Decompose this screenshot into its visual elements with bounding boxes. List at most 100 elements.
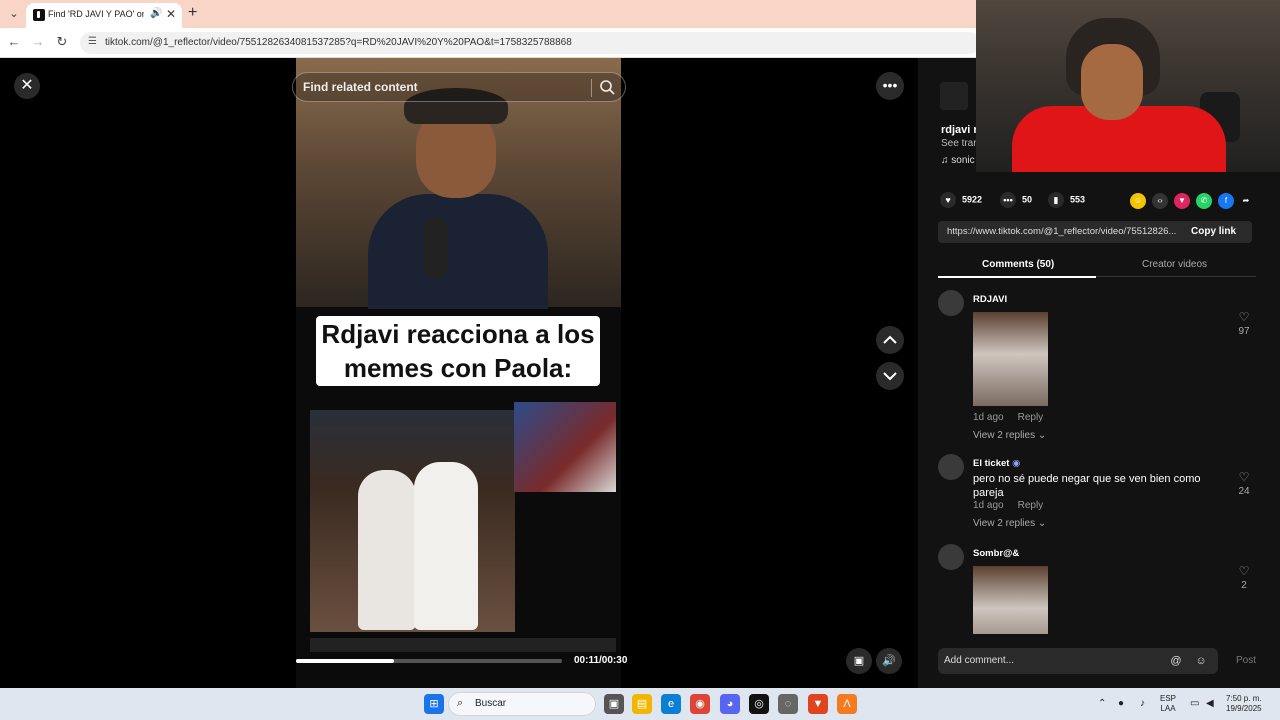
reply-button[interactable]: Reply [1018,412,1044,423]
comment-like[interactable]: ♡ 24 [1232,470,1256,497]
obs-icon[interactable]: ◎ [749,694,769,714]
comment-like-count: 97 [1238,326,1250,337]
caption-line-2: memes con Paola: [343,353,573,383]
discord-icon[interactable]: ◕ [720,694,740,714]
comment-username[interactable]: Sombr@& [973,548,1019,559]
share-icon[interactable]: ➦ [1238,193,1254,209]
site-info-icon[interactable]: ☰ [88,36,100,48]
meme-photo [310,410,515,632]
tab-search-icon[interactable]: ⌄ [6,6,22,22]
add-comment-placeholder: Add comment... [944,655,1015,666]
search-icon[interactable] [598,78,616,96]
new-tab-icon[interactable]: + [188,4,197,22]
comment-image[interactable] [973,566,1048,634]
comment-like[interactable]: ♡ 2 [1232,564,1256,591]
view-replies[interactable]: View 2 replies ⌄ [973,430,1046,441]
video-progress-bar[interactable] [296,659,562,663]
add-comment-input[interactable]: Add comment... @ ☺ [938,648,1218,674]
emoji-icon[interactable]: ☺ [1193,653,1209,669]
post-button[interactable]: Post [1236,655,1256,666]
comment-meta: 1d ago Reply [973,412,1043,423]
webcam-person-head [1081,44,1143,120]
close-video-button[interactable]: ✕ [14,73,40,99]
bookmark-icon: ▮ [1048,192,1064,208]
edge-icon[interactable]: e [661,694,681,714]
view-replies[interactable]: View 2 replies ⌄ [973,518,1046,529]
network-icon[interactable]: ▭ [1190,699,1199,709]
music-label[interactable]: ♫ sonic [941,155,975,166]
avatar[interactable] [938,290,964,316]
app-icon[interactable]: ◌ [778,694,798,714]
url-text: tiktok.com/@1_reflector/video/7551282634… [105,37,572,48]
whatsapp-icon[interactable]: ✆ [1196,193,1212,209]
tab-comments[interactable]: Comments (50) [982,259,1054,270]
back-icon[interactable]: ← [6,34,22,50]
volume-icon[interactable]: 🔊 [876,648,902,674]
comment-meta: 1d ago Reply [973,500,1043,511]
app-orange-icon[interactable]: Λ [837,694,857,714]
avatar[interactable] [938,454,964,480]
language-indicator[interactable]: ESP LAA [1160,694,1176,714]
creator-avatar[interactable] [940,82,968,110]
tab-title: Find 'RD JAVI Y PAO' on TikT [48,9,144,19]
clock[interactable]: 7:50 p. m. 19/9/2025 [1226,694,1262,714]
share-link[interactable]: https://www.tiktok.com/@1_reflector/vide… [947,226,1183,237]
tray-app-icon[interactable]: ● [1118,699,1124,709]
taskbar-search[interactable]: ⌕ Buscar [448,692,596,716]
close-tab-icon[interactable]: ✕ [166,7,176,21]
file-explorer-icon[interactable]: ▤ [632,694,652,714]
video-player[interactable]: Rdjavi reacciona a los memes con Paola: [296,58,621,688]
chevron-up-icon[interactable] [876,326,904,354]
like-stat[interactable]: ♥ 5922 [940,192,982,210]
chrome-icon[interactable]: ◉ [690,694,710,714]
lang-bottom: LAA [1160,704,1176,713]
tab-creator-videos[interactable]: Creator videos [1142,259,1207,270]
taskbar-search-placeholder: Buscar [475,698,507,709]
speaker-icon[interactable]: ◀ [1206,699,1214,709]
reply-button[interactable]: Reply [1018,500,1044,511]
windows-icon[interactable]: ⊞ [424,694,444,714]
comment-stat[interactable]: ••• 50 [1000,192,1032,210]
video-progress-fill [296,659,394,663]
more-icon[interactable]: ••• [876,72,904,100]
comment-image[interactable] [973,312,1048,406]
search-icon: ⌕ [457,697,464,709]
chevron-down-icon: ⌄ [1037,430,1047,441]
comment-username[interactable]: El ticket ◉ [973,458,1020,469]
embed-icon[interactable]: ‹› [1152,193,1168,209]
send-icon[interactable]: ▼ [1174,193,1190,209]
comment-username[interactable]: RDJAVI [973,294,1007,305]
heart-icon: ♡ [1238,564,1250,578]
heart-icon: ♡ [1238,310,1250,324]
browser-tab[interactable]: Find 'RD JAVI Y PAO' on TikT 🔊 ✕ [26,3,182,28]
pip-icon[interactable]: ▣ [846,648,872,674]
save-stat[interactable]: ▮ 553 [1048,192,1085,210]
webcam-overlay [976,0,1280,172]
search-placeholder: Find related content [303,80,418,94]
avatar[interactable] [938,544,964,570]
clock-date: 19/9/2025 [1226,704,1262,713]
reload-icon[interactable]: ↻ [54,34,70,50]
mic-icon[interactable]: ♪ [1140,699,1145,709]
omnibox[interactable]: ☰ tiktok.com/@1_reflector/video/75512826… [80,32,980,54]
copy-link-button[interactable]: Copy link [1191,226,1236,237]
comment-like[interactable]: ♡ 97 [1232,310,1256,337]
at-icon[interactable]: @ [1168,653,1184,669]
gold-share-icon[interactable]: ☺ [1130,193,1146,209]
see-translation[interactable]: See trar [941,138,977,149]
task-view-icon[interactable]: ▣ [604,694,624,714]
view-replies-label: View 2 replies [973,430,1036,441]
find-related-search[interactable]: Find related content [292,72,626,102]
chevron-down-icon[interactable] [876,362,904,390]
brave-icon[interactable]: ▼ [808,694,828,714]
comment-like-count: 2 [1241,580,1247,591]
video-time: 00:11/00:30 [574,655,628,666]
forward-icon[interactable]: → [30,34,46,50]
heart-icon: ♡ [1238,470,1250,484]
facebook-icon[interactable]: f [1218,193,1234,209]
active-tab-underline [938,276,1096,278]
tray-chevron-icon[interactable]: ⌃ [1098,699,1106,709]
audio-icon[interactable]: 🔊 [150,8,162,19]
search-divider [591,79,592,97]
lang-top: ESP [1160,694,1177,703]
